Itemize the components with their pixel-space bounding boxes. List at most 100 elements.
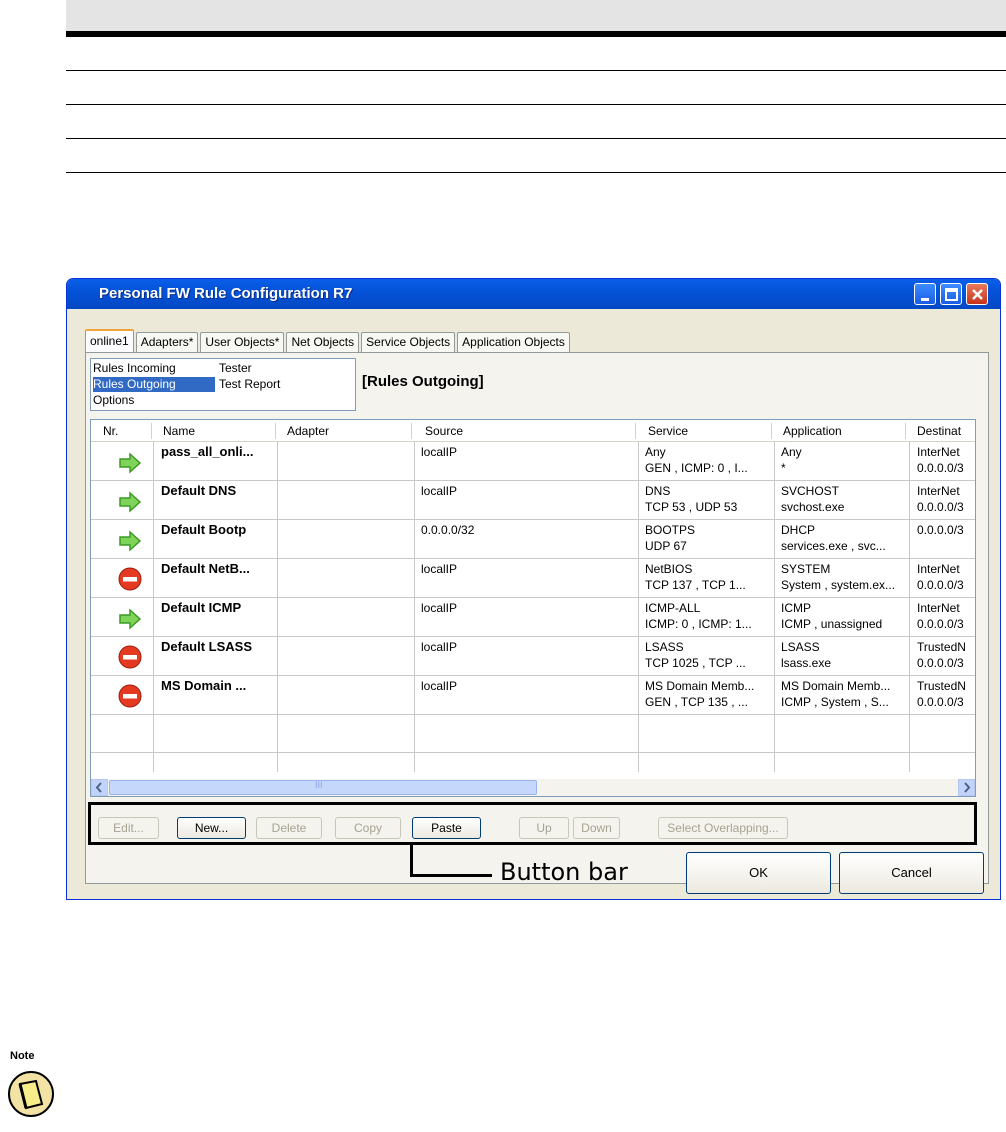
cell-app: SYSTEM: [781, 562, 831, 576]
cell-dest: InterNet: [917, 445, 960, 459]
cell-dest2: 0.0.0.0/3: [917, 578, 964, 592]
minimize-button[interactable]: [914, 283, 936, 305]
cell-name: pass_all_onli...: [161, 444, 254, 459]
document-table-row: [66, 37, 1006, 71]
column-adapter[interactable]: Adapter: [287, 424, 329, 438]
cell-service2: TCP 1025 , TCP ...: [645, 656, 746, 670]
scroll-left-button[interactable]: [91, 779, 108, 796]
grid-header: Nr. Name Adapter Source Service Applicat…: [91, 420, 975, 442]
tab-adapters[interactable]: Adapters*: [135, 332, 199, 352]
cell-app: MS Domain Memb...: [781, 679, 891, 693]
rule-category-list: Rules Incoming Tester Rules Outgoing Tes…: [90, 358, 356, 411]
table-row[interactable]: Default NetB... localIP NetBIOS TCP 137 , T…: [91, 559, 975, 598]
table-row[interactable]: Default ICMP localIP ICMP-ALL ICMP: 0 , ICM…: [91, 598, 975, 637]
note-label: Note: [10, 1050, 35, 1062]
cell-app2: *: [781, 461, 786, 475]
cell-service2: GEN , ICMP: 0 , I...: [645, 461, 748, 475]
dialog-title: Personal FW Rule Configuration R7: [99, 285, 353, 302]
cell-source: 0.0.0.0/32: [421, 523, 475, 537]
list-item-rules-incoming[interactable]: Rules Incoming: [93, 361, 176, 376]
cell-service: Any: [645, 445, 666, 459]
cell-dest2: 0.0.0.0/3: [917, 695, 964, 709]
ok-button[interactable]: OK: [686, 852, 831, 894]
list-item-test-report[interactable]: Test Report: [219, 377, 280, 392]
close-button[interactable]: [966, 283, 988, 305]
cell-app: Any: [781, 445, 802, 459]
cell-service: MS Domain Memb...: [645, 679, 755, 693]
cell-service2: GEN , TCP 135 , ...: [645, 695, 748, 709]
table-row[interactable]: Default Bootp 0.0.0.0/32 BOOTPS UDP 67 DHCP s…: [91, 520, 975, 559]
maximize-icon: [945, 288, 958, 301]
tab-net-objects[interactable]: Net Objects: [286, 332, 360, 352]
callout-line: [410, 874, 492, 877]
button-bar-callout: Button bar: [500, 858, 628, 886]
cell-app: SVCHOST: [781, 484, 840, 498]
table-row[interactable]: MS Domain ... localIP MS Domain Memb... GEN…: [91, 676, 975, 715]
cancel-button[interactable]: Cancel: [839, 852, 984, 894]
chevron-right-icon: [964, 782, 971, 793]
list-item-tester[interactable]: Tester: [219, 361, 252, 376]
column-destination[interactable]: Destinat: [917, 424, 961, 438]
titlebar: Personal FW Rule Configuration R7: [67, 279, 1000, 309]
tab-strip: online1 Adapters* User Objects* Net Obje…: [85, 329, 572, 352]
list-item-options[interactable]: Options: [93, 393, 134, 408]
cell-service2: TCP 137 , TCP 1...: [645, 578, 746, 592]
cell-app2: ICMP , System , S...: [781, 695, 889, 709]
column-source[interactable]: Source: [425, 424, 463, 438]
tab-application-objects[interactable]: Application Objects: [457, 332, 570, 352]
rule-config-dialog: Personal FW Rule Configuration R7 online…: [66, 278, 1001, 900]
document-table-row: [66, 71, 1006, 105]
scroll-thumb[interactable]: III: [109, 780, 537, 795]
cell-service: BOOTPS: [645, 523, 696, 537]
green-arrow-icon: [118, 491, 142, 516]
cell-name: MS Domain ...: [161, 678, 247, 693]
document-table-row: [66, 105, 1006, 139]
cell-source: localIP: [421, 601, 458, 615]
cell-app2: svchost.exe: [781, 500, 845, 514]
cell-source: localIP: [421, 484, 458, 498]
cell-source: localIP: [421, 562, 458, 576]
button-bar-highlight: [88, 802, 977, 845]
horizontal-scrollbar[interactable]: III: [91, 779, 975, 796]
green-arrow-icon: [118, 530, 142, 555]
red-no-entry-icon: [118, 684, 142, 711]
close-icon: [972, 289, 983, 300]
column-service[interactable]: Service: [648, 424, 688, 438]
empty-row: [91, 753, 975, 773]
cell-name: Default DNS: [161, 483, 237, 498]
cell-name: Default NetB...: [161, 561, 250, 576]
table-row[interactable]: pass_all_onli... localIP Any GEN , ICMP: 0 …: [91, 442, 975, 481]
list-item-rules-outgoing[interactable]: Rules Outgoing: [93, 377, 215, 392]
cell-name: Default LSASS: [161, 639, 253, 654]
cell-service: NetBIOS: [645, 562, 693, 576]
cell-dest: InterNet: [917, 562, 960, 576]
cell-app2: lsass.exe: [781, 656, 832, 670]
cell-service: DNS: [645, 484, 671, 498]
table-row[interactable]: Default LSASS localIP LSASS TCP 1025 , TCP …: [91, 637, 975, 676]
tab-online1[interactable]: online1: [85, 329, 134, 352]
green-arrow-icon: [118, 608, 142, 633]
maximize-button[interactable]: [940, 283, 962, 305]
cell-dest2: 0.0.0.0/3: [917, 500, 964, 514]
cell-app: LSASS: [781, 640, 820, 654]
cell-dest: TrustedN: [917, 679, 966, 693]
cell-app: DHCP: [781, 523, 816, 537]
cell-app2: ICMP , unassigned: [781, 617, 883, 631]
cell-dest2: 0.0.0.0/3: [917, 656, 964, 670]
cell-source: localIP: [421, 445, 458, 459]
scroll-right-button[interactable]: [958, 779, 975, 796]
cell-service2: UDP 67: [645, 539, 687, 553]
table-row[interactable]: Default DNS localIP DNS TCP 53 , UDP 53 SVCH…: [91, 481, 975, 520]
document-table-row: [66, 139, 1006, 173]
column-application[interactable]: Application: [783, 424, 842, 438]
column-name[interactable]: Name: [163, 424, 195, 438]
minimize-icon: [921, 298, 929, 301]
cell-source: localIP: [421, 679, 458, 693]
notepad-icon: [6, 1068, 56, 1123]
cell-dest2: 0.0.0.0/3: [917, 617, 964, 631]
column-nr[interactable]: Nr.: [103, 424, 118, 438]
cell-dest: InterNet: [917, 484, 960, 498]
tab-user-objects[interactable]: User Objects*: [200, 332, 285, 352]
tab-service-objects[interactable]: Service Objects: [361, 332, 456, 352]
cell-dest: InterNet: [917, 601, 960, 615]
